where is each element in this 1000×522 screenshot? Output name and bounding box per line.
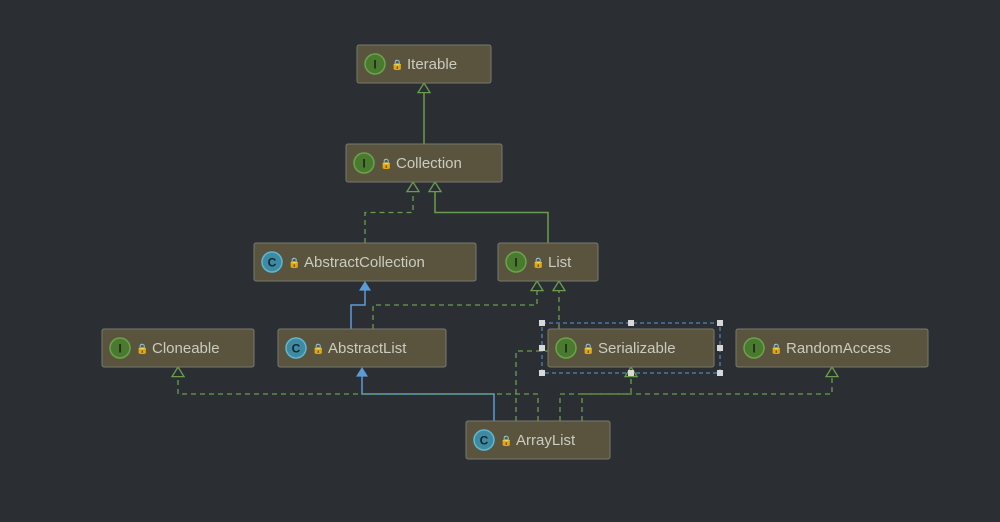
node-abstractCollection[interactable]: C 🔒 AbstractCollection bbox=[254, 243, 476, 281]
lock-icon: 🔒 bbox=[288, 257, 300, 269]
lock-icon: 🔒 bbox=[136, 343, 148, 355]
edge bbox=[373, 290, 537, 329]
node-serializable[interactable]: I 🔒 Serializable bbox=[548, 329, 714, 367]
lock-icon: 🔒 bbox=[500, 435, 512, 447]
badge-letter: I bbox=[362, 157, 365, 171]
selection-handle[interactable] bbox=[539, 320, 545, 326]
node-label: AbstractCollection bbox=[304, 254, 425, 271]
edge bbox=[435, 191, 548, 243]
lock-icon: 🔒 bbox=[391, 59, 403, 71]
node-label: RandomAccess bbox=[786, 340, 891, 357]
class-diagram-canvas[interactable]: I 🔒 Iterable I 🔒 Collection C 🔒 AbstractCollecti… bbox=[0, 0, 1000, 522]
badge-letter: I bbox=[752, 342, 755, 356]
edge bbox=[178, 376, 538, 421]
node-collection[interactable]: I 🔒 Collection bbox=[346, 144, 502, 182]
lock-icon: 🔒 bbox=[770, 343, 782, 355]
node-abstractList[interactable]: C 🔒 AbstractList bbox=[278, 329, 446, 367]
selection-handle[interactable] bbox=[539, 370, 545, 376]
edge bbox=[362, 376, 494, 421]
node-label: Iterable bbox=[407, 56, 457, 73]
node-label: ArrayList bbox=[516, 432, 576, 449]
badge-letter: C bbox=[268, 256, 277, 270]
nodes-layer: I 🔒 Iterable I 🔒 Collection C 🔒 AbstractCollecti… bbox=[102, 45, 928, 459]
node-label: AbstractList bbox=[328, 340, 407, 357]
node-label: Cloneable bbox=[152, 340, 220, 357]
selection-handle[interactable] bbox=[717, 320, 723, 326]
badge-letter: C bbox=[292, 342, 301, 356]
node-label: Collection bbox=[396, 155, 462, 172]
lock-icon: 🔒 bbox=[582, 343, 594, 355]
selection-handle[interactable] bbox=[628, 370, 634, 376]
badge-letter: I bbox=[373, 58, 376, 72]
lock-icon: 🔒 bbox=[532, 257, 544, 269]
lock-icon: 🔒 bbox=[312, 343, 324, 355]
node-cloneable[interactable]: I 🔒 Cloneable bbox=[102, 329, 254, 367]
selection-handle[interactable] bbox=[539, 345, 545, 351]
lock-icon: 🔒 bbox=[380, 158, 392, 170]
node-list[interactable]: I 🔒 List bbox=[498, 243, 598, 281]
node-randomAccess[interactable]: I 🔒 RandomAccess bbox=[736, 329, 928, 367]
edge bbox=[582, 376, 832, 421]
edge bbox=[560, 376, 631, 421]
node-iterable[interactable]: I 🔒 Iterable bbox=[357, 45, 491, 83]
node-label: List bbox=[548, 254, 572, 271]
node-arrayList[interactable]: C 🔒 ArrayList bbox=[466, 421, 610, 459]
edge bbox=[351, 290, 365, 329]
selection-handle[interactable] bbox=[628, 320, 634, 326]
node-label: Serializable bbox=[598, 340, 676, 357]
badge-letter: C bbox=[480, 434, 489, 448]
edge bbox=[365, 191, 413, 243]
badge-letter: I bbox=[514, 256, 517, 270]
selection-handle[interactable] bbox=[717, 345, 723, 351]
selection-handle[interactable] bbox=[717, 370, 723, 376]
badge-letter: I bbox=[564, 342, 567, 356]
badge-letter: I bbox=[118, 342, 121, 356]
